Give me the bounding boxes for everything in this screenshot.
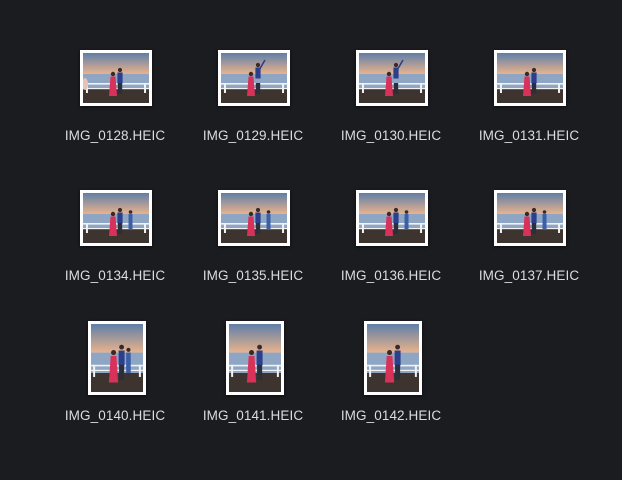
image-thumbnail[interactable] — [80, 190, 152, 246]
file-name-label[interactable]: IMG_0136.HEIC — [322, 268, 460, 283]
file-item[interactable]: IMG_0141.HEIC — [184, 312, 322, 452]
photo-preview — [221, 53, 287, 103]
file-item[interactable]: IMG_0130.HEIC — [322, 32, 460, 172]
image-thumbnail[interactable] — [494, 50, 566, 106]
file-item[interactable]: IMG_0134.HEIC — [46, 172, 184, 312]
file-item[interactable]: IMG_0140.HEIC — [46, 312, 184, 452]
image-thumbnail[interactable] — [356, 190, 428, 246]
file-item[interactable]: IMG_0131.HEIC — [460, 32, 598, 172]
photo-preview — [91, 324, 143, 392]
file-name-label[interactable]: IMG_0141.HEIC — [184, 408, 322, 423]
file-name-label[interactable]: IMG_0130.HEIC — [322, 128, 460, 143]
file-item[interactable]: IMG_0135.HEIC — [184, 172, 322, 312]
icon-grid: IMG_0128.HEIC IMG_0129.HEIC IMG_0130.HEI… — [46, 32, 598, 446]
image-thumbnail[interactable] — [226, 321, 284, 395]
finder-window: IMG_0128.HEIC IMG_0129.HEIC IMG_0130.HEI… — [0, 0, 622, 480]
file-item[interactable]: IMG_0136.HEIC — [322, 172, 460, 312]
photo-preview — [497, 193, 563, 243]
photo-preview — [83, 53, 149, 103]
file-name-label[interactable]: IMG_0131.HEIC — [460, 128, 598, 143]
image-thumbnail[interactable] — [494, 190, 566, 246]
image-thumbnail[interactable] — [218, 50, 290, 106]
file-name-label[interactable]: IMG_0135.HEIC — [184, 268, 322, 283]
file-name-label[interactable]: IMG_0140.HEIC — [46, 408, 184, 423]
photo-preview — [367, 324, 419, 392]
photo-preview — [229, 324, 281, 392]
photo-preview — [359, 53, 425, 103]
file-item[interactable]: IMG_0137.HEIC — [460, 172, 598, 312]
image-thumbnail[interactable] — [80, 50, 152, 106]
file-name-label[interactable]: IMG_0137.HEIC — [460, 268, 598, 283]
file-name-label[interactable]: IMG_0134.HEIC — [46, 268, 184, 283]
photo-preview — [497, 53, 563, 103]
file-item[interactable]: IMG_0142.HEIC — [322, 312, 460, 452]
image-thumbnail[interactable] — [356, 50, 428, 106]
image-thumbnail[interactable] — [88, 321, 146, 395]
file-name-label[interactable]: IMG_0128.HEIC — [46, 128, 184, 143]
file-name-label[interactable]: IMG_0142.HEIC — [322, 408, 460, 423]
image-thumbnail[interactable] — [364, 321, 422, 395]
file-item[interactable]: IMG_0129.HEIC — [184, 32, 322, 172]
photo-preview — [221, 193, 287, 243]
photo-preview — [83, 193, 149, 243]
file-name-label[interactable]: IMG_0129.HEIC — [184, 128, 322, 143]
file-item[interactable]: IMG_0128.HEIC — [46, 32, 184, 172]
image-thumbnail[interactable] — [218, 190, 290, 246]
photo-preview — [359, 193, 425, 243]
